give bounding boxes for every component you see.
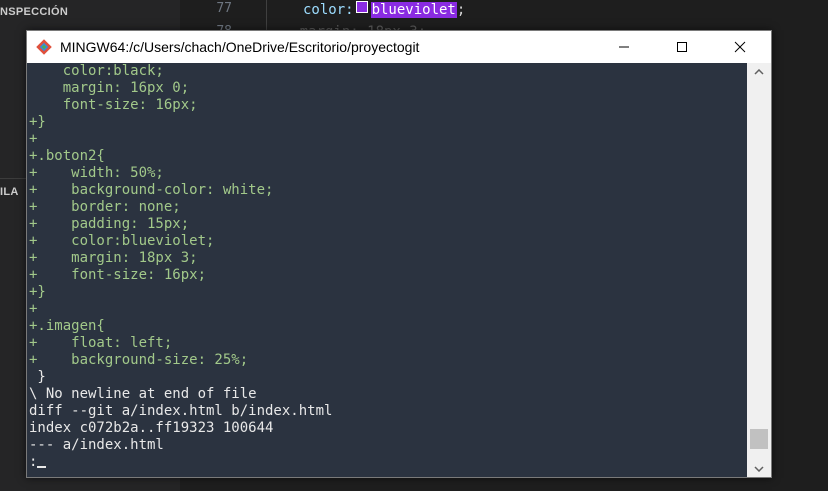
terminal-line-text: --- a/index.html (29, 437, 164, 453)
git-bash-icon (36, 39, 52, 55)
maximize-icon (677, 42, 687, 52)
terminal-line: + margin: 18px 3; (27, 250, 747, 267)
terminal-line: } (27, 369, 747, 386)
terminal-line: + padding: 15px; (27, 216, 747, 233)
terminal-line-text: + width: 50%; (29, 165, 164, 181)
terminal-line: --- a/index.html (27, 437, 747, 454)
terminal-line-text: + border: none; (29, 199, 181, 215)
scroll-up-button[interactable] (747, 63, 771, 80)
terminal-line-text: : (29, 454, 38, 470)
terminal-line-text: +} (29, 114, 46, 130)
terminal-line: + (27, 131, 747, 148)
terminal-line-text: + color:blueviolet; (29, 233, 215, 249)
terminal-line-text: + margin: 18px 3; (29, 250, 198, 266)
terminal-line: + float: left; (27, 335, 747, 352)
terminal-line: + color:blueviolet; (27, 233, 747, 250)
chevron-up-icon (754, 68, 764, 75)
terminal-line-text: + font-size: 16px; (29, 267, 207, 283)
code-line: color: blueviolet; (303, 1, 465, 18)
terminal-line: \ No newline at end of file (27, 386, 747, 403)
terminal-line-text: +.imagen{ (29, 318, 105, 334)
terminal-line-text: } (29, 369, 46, 385)
close-button[interactable] (717, 31, 763, 63)
terminal-line: : (27, 454, 747, 471)
terminal-line: + (27, 301, 747, 318)
code-value: blueviolet (370, 2, 457, 18)
line-number: 77 (216, 1, 232, 16)
window-title: MINGW64:/c/Users/chach/OneDrive/Escritor… (60, 39, 420, 55)
terminal-line: diff --git a/index.html b/index.html (27, 403, 747, 420)
terminal-line: + background-size: 25%; (27, 352, 747, 369)
terminal-line-text: +} (29, 284, 46, 300)
terminal-line: index c072b2a..ff19323 100644 (27, 420, 747, 437)
terminal-line: +} (27, 114, 747, 131)
terminal-line-text: font-size: 16px; (29, 97, 198, 113)
terminal-line-text: index c072b2a..ff19323 100644 (29, 420, 274, 436)
maximize-button[interactable] (659, 31, 705, 63)
editor-right-area (770, 0, 828, 491)
terminal-line-text: diff --git a/index.html b/index.html (29, 403, 333, 419)
terminal-line-text: + background-size: 25%; (29, 352, 249, 368)
terminal-line: +.boton2{ (27, 148, 747, 165)
terminal-output[interactable]: color:black; margin: 16px 0; font-size: … (27, 63, 747, 477)
terminal-line-text: + padding: 15px; (29, 216, 190, 232)
terminal-line-text: + (29, 131, 38, 147)
minimize-icon (619, 46, 629, 48)
terminal-line: + font-size: 16px; (27, 267, 747, 284)
terminal-line: + width: 50%; (27, 165, 747, 182)
color-swatch-icon[interactable] (355, 1, 368, 13)
terminal-line: margin: 16px 0; (27, 80, 747, 97)
terminal-line-text: + background-color: white; (29, 182, 274, 198)
terminal-line: +.imagen{ (27, 318, 747, 335)
terminal-line-text: +.boton2{ (29, 148, 105, 164)
sidebar-header: NSPECCIÓN (0, 6, 69, 18)
terminal-line-text: \ No newline at end of file (29, 386, 257, 402)
terminal-window[interactable]: MINGW64:/c/Users/chach/OneDrive/Escritor… (26, 30, 772, 478)
terminal-line-text: margin: 16px 0; (29, 80, 190, 96)
text-cursor (37, 466, 47, 468)
minimize-button[interactable] (601, 31, 647, 63)
scroll-down-button[interactable] (747, 460, 771, 477)
scroll-thumb[interactable] (750, 429, 768, 450)
close-icon (734, 41, 746, 53)
terminal-line-text: + float: left; (29, 335, 173, 351)
terminal-line: font-size: 16px; (27, 97, 747, 114)
sidebar-section-label: ILA (0, 186, 19, 198)
terminal-line: + border: none; (27, 199, 747, 216)
code-punct: ; (456, 2, 466, 18)
title-bar[interactable]: MINGW64:/c/Users/chach/OneDrive/Escritor… (27, 31, 771, 63)
code-property: color: (303, 2, 354, 18)
terminal-line: +} (27, 284, 747, 301)
terminal-line-text: + (29, 301, 38, 317)
terminal-line-text: color:black; (29, 63, 164, 79)
terminal-line: color:black; (27, 63, 747, 80)
terminal-line: + background-color: white; (27, 182, 747, 199)
chevron-down-icon (754, 465, 764, 472)
terminal-scrollbar[interactable] (747, 63, 771, 477)
